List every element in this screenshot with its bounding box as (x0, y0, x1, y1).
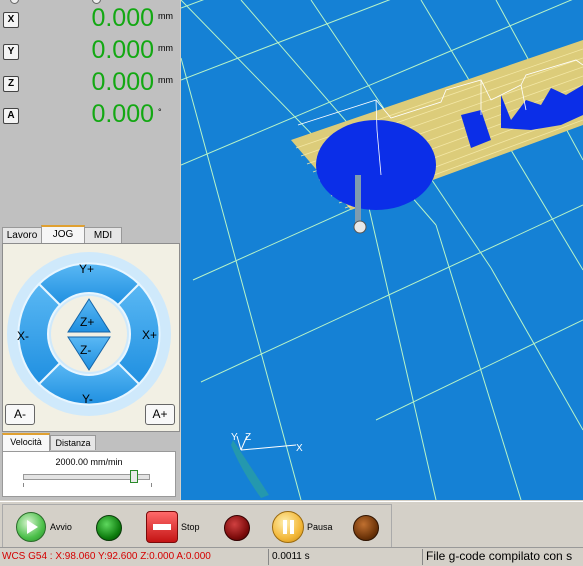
jog-panel: Y+ Y- X+ X- Z+ Z- A- A+ (2, 243, 180, 432)
jog-y-plus-label: Y+ (79, 262, 95, 276)
dro-row-a: A 0.000 ° (0, 100, 180, 134)
viewport-canvas (181, 0, 583, 500)
toolpath-viewport[interactable]: X Y Z (181, 0, 583, 500)
stop-icon (153, 524, 171, 530)
control-toolbar: Avvio Stop Pausa (0, 501, 583, 548)
tab-distanza[interactable]: Distanza (50, 435, 96, 450)
status-coordinates: WCS G54 : X:98.060 Y:92.600 Z:0.000 A:0.… (2, 551, 211, 562)
axis-z-value: 0.000 (91, 68, 154, 96)
axis-a-value: 0.000 (91, 100, 154, 128)
stop-status-led (224, 515, 250, 541)
speed-value: 2000.00 mm/min (55, 457, 123, 467)
tab-lavoro[interactable]: Lavoro (2, 227, 42, 243)
axis-y-button[interactable]: Y (3, 44, 19, 60)
speed-panel: Velocità Distanza 2000.00 mm/min (0, 432, 180, 498)
run-status-led (96, 515, 122, 541)
gizmo-z-label: Z (245, 432, 252, 443)
axis-z-unit: mm (158, 75, 173, 85)
stop-label: Stop (181, 522, 200, 532)
axis-x-value: 0.000 (91, 4, 154, 32)
status-time: 0.0011 s (272, 551, 310, 562)
start-label: Avvio (50, 522, 72, 532)
status-separator-1 (268, 549, 269, 565)
jog-z-plus-label: Z+ (80, 315, 95, 329)
axis-a-unit: ° (158, 107, 162, 117)
speed-slider-ticks (23, 483, 152, 487)
axis-z-button[interactable]: Z (3, 76, 19, 92)
axis-a-button[interactable]: A (3, 108, 19, 124)
speed-box: 2000.00 mm/min (2, 451, 176, 497)
status-message: File g-code compilato con s (426, 549, 573, 563)
top-radio-1[interactable] (10, 0, 19, 4)
gizmo-x-label: X (296, 443, 303, 454)
jog-x-plus-label: X+ (142, 328, 158, 342)
pause-label: Pausa (307, 522, 333, 532)
speed-slider-thumb[interactable] (130, 470, 138, 483)
jog-x-minus-label: X- (17, 329, 29, 343)
play-icon (27, 520, 38, 534)
mode-tabs: Lavoro JOG MDI (0, 225, 180, 244)
axis-y-unit: mm (158, 43, 173, 53)
tab-velocita[interactable]: Velocità (2, 433, 50, 451)
axis-y-value: 0.000 (91, 36, 154, 64)
dro-panel: X 0.000 mm Y 0.000 mm Z 0.000 mm A 0.000… (0, 0, 180, 222)
start-button[interactable] (16, 512, 46, 542)
toolpath-band (291, 40, 583, 210)
jog-y-minus-label: Y- (82, 392, 93, 406)
pause-button[interactable] (272, 511, 304, 543)
a-plus-button[interactable]: A+ (145, 404, 175, 425)
axis-x-unit: mm (158, 11, 173, 21)
a-minus-button[interactable]: A- (5, 404, 35, 425)
jog-z-minus-label: Z- (80, 343, 92, 357)
gizmo-y-label: Y (231, 432, 238, 443)
dro-row-y: Y 0.000 mm (0, 36, 180, 70)
pause-status-led (353, 515, 379, 541)
axis-x-button[interactable]: X (3, 12, 19, 28)
pause-icon (283, 520, 294, 534)
status-bar: WCS G54 : X:98.060 Y:92.600 Z:0.000 A:0.… (0, 547, 583, 566)
status-separator-2 (422, 549, 423, 565)
dro-row-x: X 0.000 mm (0, 4, 180, 38)
dro-row-z: Z 0.000 mm (0, 68, 180, 102)
stop-button[interactable] (146, 511, 178, 543)
tab-mdi[interactable]: MDI (84, 227, 122, 243)
tab-jog[interactable]: JOG (41, 225, 85, 244)
